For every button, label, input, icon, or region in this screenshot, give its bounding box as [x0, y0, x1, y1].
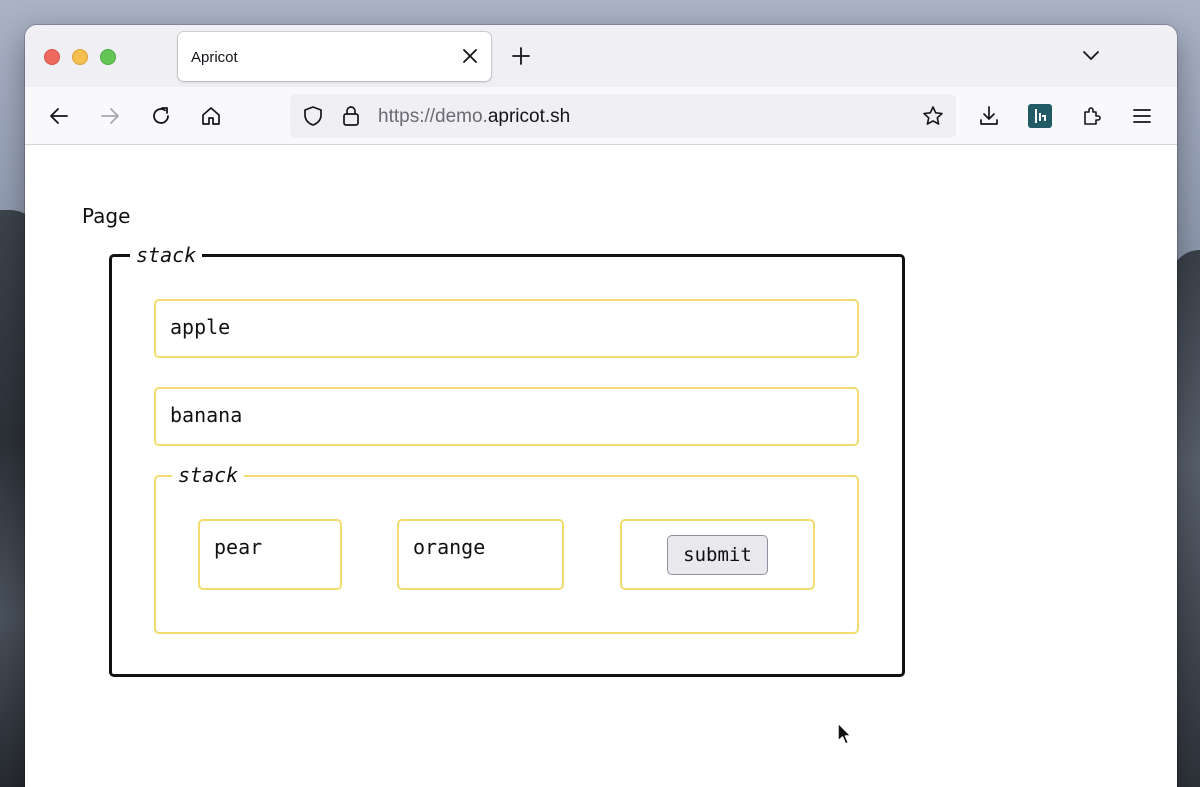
plus-icon[interactable] — [511, 46, 531, 66]
item-label: pear — [214, 535, 263, 559]
item-label: orange — [413, 535, 486, 559]
shield-icon[interactable] — [302, 105, 324, 127]
page-label: Page — [82, 204, 131, 228]
item-label: apple — [170, 315, 231, 339]
lock-icon[interactable] — [341, 104, 361, 128]
download-icon[interactable] — [978, 105, 1000, 127]
browser-window: Apricot https://demo.apricot.sh Page sta… — [25, 25, 1177, 787]
inner-stack: stack pear orange submit — [154, 464, 859, 634]
url-bar[interactable]: https://demo.apricot.sh — [290, 94, 956, 138]
menu-icon[interactable] — [1131, 105, 1153, 127]
list-item-orange: orange — [397, 519, 564, 590]
outer-stack: stack apple banana stack pear orange sub… — [109, 244, 905, 677]
outer-stack-legend: stack — [130, 244, 203, 266]
puzzle-icon[interactable] — [1081, 105, 1103, 127]
list-item-apple: apple — [154, 299, 859, 358]
close-window-button[interactable] — [44, 49, 60, 65]
tab-apricot[interactable]: Apricot — [178, 32, 491, 81]
home-icon[interactable] — [200, 105, 222, 127]
forward-icon[interactable] — [99, 105, 121, 127]
close-icon[interactable] — [461, 47, 479, 65]
page-content: Page stack apple banana stack pear orang… — [25, 146, 1177, 787]
url-prefix: https://demo. — [378, 106, 488, 127]
list-item-banana: banana — [154, 387, 859, 446]
tab-title: Apricot — [191, 49, 238, 66]
back-icon[interactable] — [48, 105, 70, 127]
chevron-down-icon[interactable] — [1082, 48, 1100, 62]
submit-button[interactable]: submit — [667, 535, 768, 575]
zoom-window-button[interactable] — [100, 49, 116, 65]
list-item-pear: pear — [198, 519, 342, 590]
url-domain: apricot.sh — [487, 106, 571, 127]
inner-stack-legend: stack — [172, 464, 245, 486]
item-label: banana — [170, 403, 243, 427]
tab-bar: Apricot — [25, 25, 1177, 87]
navigation-bar: https://demo.apricot.sh — [25, 87, 1177, 145]
url-text[interactable]: https://demo.apricot.sh — [378, 106, 570, 128]
submit-container: submit — [620, 519, 815, 590]
extension-app-icon[interactable] — [1028, 104, 1052, 128]
reload-icon[interactable] — [150, 105, 172, 127]
star-icon[interactable] — [922, 105, 944, 127]
mouse-cursor-icon — [837, 722, 852, 745]
minimize-window-button[interactable] — [72, 49, 88, 65]
